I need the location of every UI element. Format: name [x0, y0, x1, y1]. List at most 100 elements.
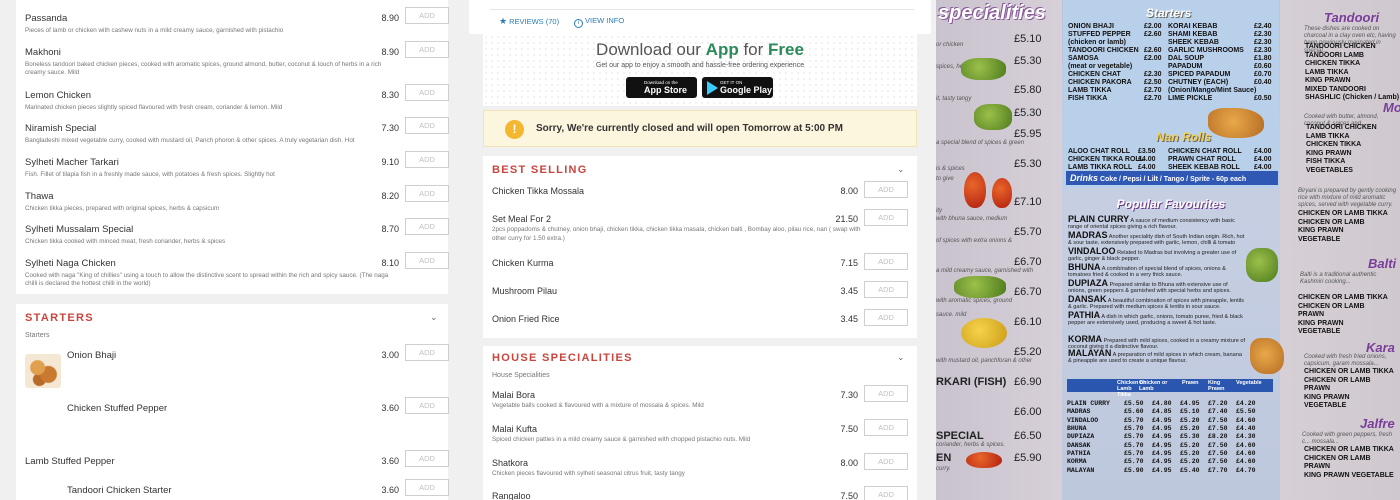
view-info-link[interactable]: i VIEW INFO — [574, 16, 624, 28]
add-button[interactable]: ADD — [864, 309, 908, 326]
starter-price: £0.40 — [1254, 79, 1272, 86]
price-cell: MALAYAN — [1067, 466, 1095, 474]
price-cell: DUPIAZA — [1067, 433, 1095, 441]
popular-item: BHUNA A combination of special blend of … — [1068, 262, 1246, 278]
item-price: 3.00 — [381, 350, 399, 360]
item-name: Sylheti Macher Tarkari — [25, 157, 119, 168]
item-price: 8.30 — [381, 90, 399, 100]
item-name: Lemon Chicken — [25, 90, 92, 101]
price-cell: £4.60 — [1236, 416, 1256, 424]
app-store-button[interactable]: Download on the App Store — [626, 77, 697, 98]
right-list-item: KING PRAWN VEGETABLE — [1304, 471, 1394, 479]
photo-text: ity — [936, 208, 942, 214]
photo-text: or chicken — [936, 42, 964, 48]
popular-item-name: PLAIN CURRY — [1068, 214, 1130, 224]
section-title-best-selling[interactable]: BEST SELLING — [492, 164, 588, 176]
lemon-image — [961, 318, 1007, 348]
add-button[interactable]: ADD — [405, 479, 449, 496]
item-price: 3.45 — [840, 286, 858, 296]
alert-icon: ! — [505, 120, 524, 139]
google-play-icon — [707, 81, 718, 95]
right-list-item: VEGETABLE — [1304, 402, 1347, 409]
photo-price: £5.10 — [1014, 33, 1042, 45]
price-cell: £7.50 — [1208, 416, 1228, 424]
add-button[interactable]: ADD — [405, 344, 449, 361]
photo-text: with bhuna sauce, medium — [936, 216, 1008, 222]
right-text: Biryani is prepared by gently cooking ri… — [1298, 188, 1397, 209]
onion-bhaji-thumbnail[interactable] — [25, 354, 61, 388]
photo-price: £5.20 — [1014, 346, 1042, 358]
google-play-button[interactable]: GET IT ON Google Play — [702, 77, 773, 98]
item-name: Onion Bhaji — [67, 350, 117, 361]
popular-item: PATHIA A dish in which garlic, onions, t… — [1068, 310, 1246, 326]
add-button[interactable]: ADD — [864, 281, 908, 298]
add-button[interactable]: ADD — [864, 453, 908, 470]
item-price: 8.90 — [381, 13, 399, 23]
nan-roll-cell: £3.50 — [1138, 148, 1156, 155]
drinks-title: Drinks — [1070, 173, 1099, 183]
starter-price: £2.70 — [1144, 87, 1162, 94]
food-image — [1250, 338, 1284, 374]
item-name: Mushroom Pilau — [492, 286, 558, 296]
item-name: Chicken Tikka Mossala — [492, 186, 585, 196]
nan-roll-cell: ALOO CHAT ROLL — [1068, 148, 1131, 155]
price-cell: £7.50 — [1208, 424, 1228, 432]
price-cell: £4.70 — [1236, 466, 1256, 474]
add-button[interactable]: ADD — [405, 41, 449, 58]
add-button[interactable]: ADD — [405, 7, 449, 24]
left-menu-column: Passanda Pieces of lamb or chicken with c… — [0, 0, 464, 500]
add-button[interactable]: ADD — [864, 181, 908, 198]
add-button[interactable]: ADD — [405, 151, 449, 168]
section-title-house-specialities[interactable]: HOUSE SPECIALITIES — [492, 352, 633, 364]
right-list-item: VEGETABLES — [1306, 166, 1353, 174]
nan-roll-cell: £4.00 — [1254, 156, 1272, 163]
price-cell: £5.70 — [1124, 449, 1144, 457]
add-button[interactable]: ADD — [405, 117, 449, 134]
popular-favourites-title: Popular Favourites — [1116, 197, 1226, 211]
right-list-item: TANDOORI CHICKEN — [1306, 124, 1377, 131]
add-button[interactable]: ADD — [864, 253, 908, 270]
starter-name: (meat or vegetable) — [1068, 63, 1133, 70]
right-list-item: CHICKEN OR LAMB TIKKA — [1304, 446, 1394, 453]
price-row: VINDALOO £5.70 £4.95 £5.20 £7.50 £4.60 — [1067, 417, 1264, 425]
item-price: 3.60 — [381, 456, 399, 466]
right-list-item: TANDOORI CHICKEN — [1305, 43, 1376, 50]
item-description: Cooked with naga "King of chillies" usin… — [25, 272, 389, 288]
chevron-down-icon[interactable]: ⌄ — [430, 312, 438, 323]
add-button[interactable]: ADD — [405, 185, 449, 202]
chevron-down-icon[interactable]: ⌄ — [897, 164, 905, 175]
section-title-starters[interactable]: STARTERS — [25, 312, 94, 324]
right-list-item: CHICKEN OR LAMB TIKKA — [1304, 368, 1394, 375]
add-button[interactable]: ADD — [864, 419, 908, 436]
add-button[interactable]: ADD — [864, 209, 908, 226]
add-button[interactable]: ADD — [405, 397, 449, 414]
add-button[interactable]: ADD — [405, 218, 449, 235]
right-list-item: KING PRAWN — [1306, 149, 1352, 157]
right-list-item: CHICKEN OR LAMB — [1298, 218, 1365, 226]
price-cell: £5.40 — [1180, 466, 1200, 474]
starter-price: £0.70 — [1254, 71, 1272, 78]
starter-price: £0.60 — [1254, 63, 1272, 70]
add-button[interactable]: ADD — [405, 252, 449, 269]
add-button[interactable]: ADD — [864, 486, 908, 500]
popular-item: DANSAK A beautiful combination of spices… — [1068, 294, 1246, 310]
price-cell: £4.95 — [1180, 400, 1200, 407]
starter-name: PAPADUM — [1168, 63, 1203, 70]
item-description: Boneless tandoori baked chicken pieces, … — [25, 61, 382, 77]
item-price: 21.50 — [835, 214, 858, 224]
add-button[interactable]: ADD — [405, 450, 449, 467]
chevron-down-icon[interactable]: ⌄ — [897, 352, 905, 363]
view-info-label: VIEW INFO — [585, 16, 625, 25]
popular-item: MADRAS Another speciality dish of South … — [1068, 230, 1246, 246]
download-title: Download our App for Free — [596, 40, 804, 59]
starter-price: £2.00 — [1144, 23, 1162, 30]
starter-name: LIME PICKLE — [1168, 95, 1213, 102]
reviews-link[interactable]: ★ REVIEWS (70) — [499, 16, 559, 27]
add-button[interactable]: ADD — [405, 84, 449, 101]
price-cell: BHUNA — [1067, 424, 1087, 432]
add-button[interactable]: ADD — [864, 385, 908, 402]
item-name: Thawa — [25, 191, 54, 202]
item-description: Vegetable balls cooked & flavoured with … — [492, 402, 704, 409]
price-row: PATHIA £5.70 £4.95 £5.20 £7.50 £4.60 — [1067, 450, 1264, 458]
item-description: 2pcs poppadoms & chutney, onion bhaji, c… — [492, 226, 861, 242]
